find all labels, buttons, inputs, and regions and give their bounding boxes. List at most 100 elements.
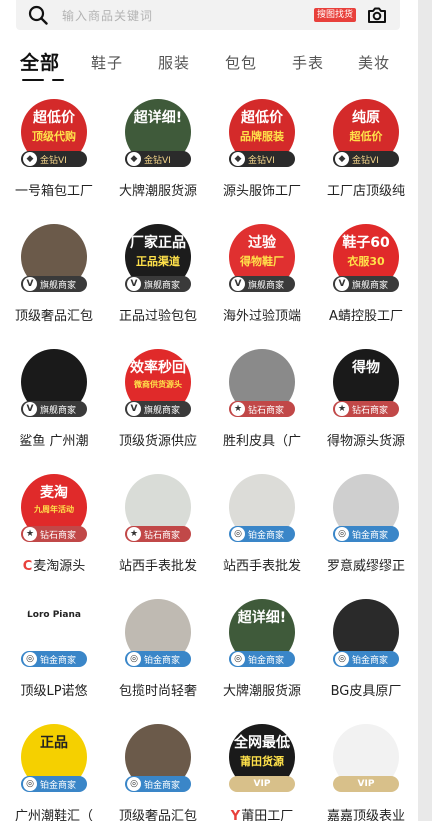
search-icon[interactable] <box>28 5 48 25</box>
shop-card[interactable]: VIP 嘉嘉顶级表业 <box>314 719 418 821</box>
shop-card[interactable]: 过验 得物鞋厂 V 旗舰商家 海外过验顶端 <box>210 219 314 344</box>
shop-name[interactable]: 顶级货源供应 <box>106 430 210 449</box>
shop-name[interactable]: 罗意威缪缪正 <box>314 555 418 574</box>
avatar-text-bottom: 品牌服装 <box>240 130 284 143</box>
shop-card[interactable]: ◎ 铂金商家 包揽时尚轻奢 <box>106 594 210 719</box>
shop-card[interactable]: V 旗舰商家鲨鱼 广州潮 <box>2 344 106 469</box>
shop-name[interactable]: BG皮具原厂 <box>314 680 418 699</box>
avatar-text-bottom: 顶级代购 <box>32 130 76 143</box>
merchant-badge: ★ 钻石商家 <box>21 526 87 542</box>
merchant-badge: ◎ 铂金商家 <box>333 526 399 542</box>
badge-icon: ◆ <box>127 152 141 166</box>
shop-name[interactable]: C麦淘源头 <box>2 555 106 574</box>
shop-card[interactable]: ◎ 铂金商家 BG皮具原厂 <box>314 594 418 719</box>
shop-card[interactable]: 麦淘 九周年活动 ★ 钻石商家 C麦淘源头 <box>2 469 106 594</box>
badge-label: 金钻VI <box>144 155 171 166</box>
shop-name[interactable]: 顶级LP诺悠 <box>2 680 106 699</box>
image-search-badge[interactable]: 搜图找货 <box>314 8 357 22</box>
avatar-text-bottom: 微商供货源头 <box>134 380 182 389</box>
badge-icon: V <box>127 277 141 291</box>
shop-card[interactable]: 厂家正品 正品渠道 V 旗舰商家 正品过验包包 <box>106 219 210 344</box>
shop-name[interactable]: 鲨鱼 广州潮 <box>2 430 106 449</box>
badge-label: 金钻VI <box>40 155 67 166</box>
merchant-badge: V 旗舰商家 <box>125 276 191 292</box>
badge-label: 旗舰商家 <box>248 280 285 291</box>
merchant-badge: ◆ 金钻VI <box>125 151 191 167</box>
shop-name[interactable]: 嘉嘉顶级表业 <box>314 805 418 821</box>
shop-card[interactable]: Loro Piana ◎ 铂金商家 顶级LP诺悠 <box>2 594 106 719</box>
shop-name[interactable]: 包揽时尚轻奢 <box>106 680 210 699</box>
tab-bags[interactable]: 包包 <box>225 52 257 73</box>
tab-shoes[interactable]: 鞋子 <box>91 52 123 73</box>
shop-name-text: 正品过验包包 <box>118 309 197 324</box>
shop-card[interactable]: 鞋子60 衣服30 V 旗舰商家 A蜻控股工厂 <box>314 219 418 344</box>
badge-icon: V <box>23 402 37 416</box>
badge-label: 铂金商家 <box>248 655 285 666</box>
shop-name[interactable]: 大牌潮服货源 <box>106 180 210 199</box>
shop-card[interactable]: ◎ 铂金商家 站西手表批发 <box>210 469 314 594</box>
badge-label: VIP <box>253 779 271 789</box>
merchant-badge: V 旗舰商家 <box>229 276 295 292</box>
avatar-text-top: 超详细! <box>237 610 287 626</box>
shop-card[interactable]: V 旗舰商家 顶级奢品汇包 <box>2 219 106 344</box>
shop-card[interactable]: 效率秒回 微商供货源头 V 旗舰商家 顶级货源供应 <box>106 344 210 469</box>
shop-name[interactable]: 站西手表批发 <box>210 555 314 574</box>
shop-card[interactable]: 正品 ◎ 铂金商家 广州潮鞋汇（ <box>2 719 106 821</box>
shop-name[interactable]: 海外过验顶端 <box>210 305 314 324</box>
shop-name[interactable]: 工厂店顶级纯 <box>314 180 418 199</box>
avatar-text-top: 正品 <box>40 735 68 751</box>
shop-card[interactable]: 得物 ★ 钻石商家 得物源头货源 <box>314 344 418 469</box>
shop-card[interactable]: 超低价顶级代购 ◆ 金钻VI 一号箱包工厂 <box>2 94 106 219</box>
shop-name-text: 嘉嘉顶级表业 <box>326 809 405 821</box>
badge-icon: ◆ <box>23 152 37 166</box>
shop-name[interactable]: 大牌潮服货源 <box>210 680 314 699</box>
shop-name-text: 麦淘源头 <box>33 559 86 574</box>
shop-name[interactable]: 顶级奢品汇包 <box>106 805 210 821</box>
shop-name-prefix-icon: C <box>22 559 33 574</box>
shop-card[interactable]: ★ 钻石商家站西手表批发 <box>106 469 210 594</box>
camera-icon[interactable] <box>366 4 388 26</box>
shop-card[interactable]: ◎ 铂金商家罗意威缪缪正 <box>314 469 418 594</box>
shop-card[interactable]: 纯原 超低价 ◆ 金钻VI 工厂店顶级纯 <box>314 94 418 219</box>
tab-watches[interactable]: 手表 <box>292 52 324 73</box>
shop-card[interactable]: ★ 钻石商家 胜利皮具（广 <box>210 344 314 469</box>
search-bar[interactable]: 输入商品关键词 搜图找货 <box>16 0 400 30</box>
shop-name[interactable]: 顶级奢品汇包 <box>2 305 106 324</box>
avatar-text-top: 超低价 <box>33 110 75 126</box>
shop-card[interactable]: ◎ 铂金商家 顶级奢品汇包 <box>106 719 210 821</box>
shop-card[interactable]: 超详细! ◎ 铂金商家大牌潮服货源 <box>210 594 314 719</box>
avatar-text-bottom: 超低价 <box>349 130 383 143</box>
shop-card[interactable]: 全网最低 莆田货源 VIP Y莆田工厂 <box>210 719 314 821</box>
shop-name[interactable]: 源头服饰工厂 <box>210 180 314 199</box>
shop-name-text: 大牌潮服货源 <box>222 684 301 699</box>
merchant-badge: V 旗舰商家 <box>333 276 399 292</box>
tab-beauty[interactable]: 美妆 <box>358 52 390 73</box>
shop-name-text: 顶级货源供应 <box>118 434 197 449</box>
shop-name-text: 广州潮鞋汇（ <box>14 809 93 821</box>
shop-card[interactable]: 超低价 品牌服装 ◆ 金钻VI 源头服饰工厂 <box>210 94 314 219</box>
shop-name[interactable]: 站西手表批发 <box>106 555 210 574</box>
avatar-text-top: 得物 <box>352 360 380 376</box>
shop-card[interactable]: 超详细! ◆ 金钻VI 大牌潮服货源 <box>106 94 210 219</box>
shop-name[interactable]: 胜利皮具（广 <box>210 430 314 449</box>
merchant-badge: ★ 钻石商家 <box>125 526 191 542</box>
shop-name[interactable]: A蜻控股工厂 <box>314 305 418 324</box>
shop-name[interactable]: 一号箱包工厂 <box>2 180 106 199</box>
merchant-badge: V 旗舰商家 <box>21 401 87 417</box>
badge-label: 旗舰商家 <box>352 280 389 291</box>
shop-name-text: 胜利皮具（广 <box>222 434 301 449</box>
shop-name[interactable]: Y莆田工厂 <box>210 805 314 821</box>
search-placeholder[interactable]: 输入商品关键词 <box>62 7 153 24</box>
badge-icon: ◎ <box>231 652 245 666</box>
shop-name[interactable]: 得物源头货源 <box>314 430 418 449</box>
badge-label: 铂金商家 <box>40 780 77 791</box>
tab-all[interactable]: 全部 <box>20 48 60 75</box>
scrollbar[interactable] <box>418 0 432 821</box>
avatar-text-top: Loro Piana <box>27 610 81 620</box>
tab-underline-short <box>52 79 64 81</box>
badge-label: 铂金商家 <box>144 780 181 791</box>
shop-name[interactable]: 广州潮鞋汇（ <box>2 805 106 821</box>
tab-clothing[interactable]: 服装 <box>158 52 190 73</box>
shop-name-text: 包揽时尚轻奢 <box>118 684 197 699</box>
shop-name[interactable]: 正品过验包包 <box>106 305 210 324</box>
